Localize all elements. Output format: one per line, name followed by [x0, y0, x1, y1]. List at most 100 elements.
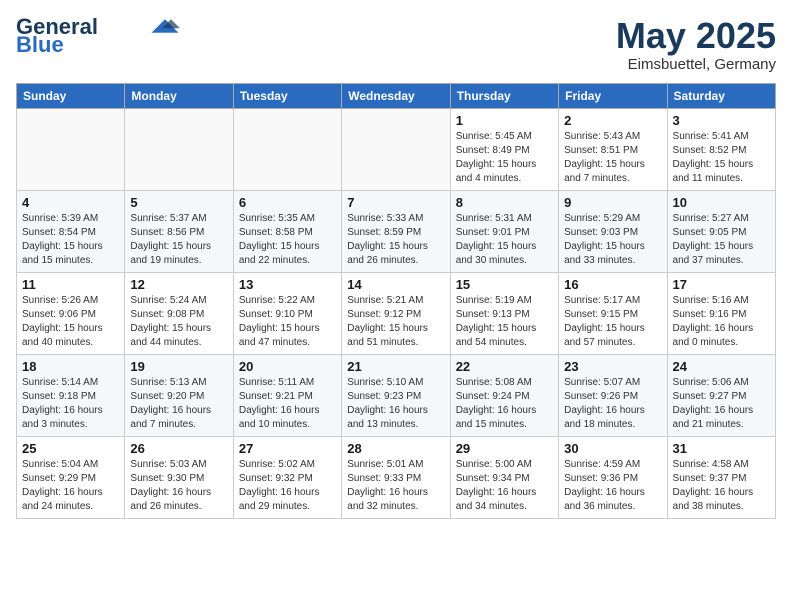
day-info: Sunrise: 5:10 AM Sunset: 9:23 PM Dayligh… — [347, 376, 444, 432]
day-number: 18 — [22, 359, 119, 374]
month-year-title: May 2025 — [616, 16, 776, 56]
calendar-week-row: 25Sunrise: 5:04 AM Sunset: 9:29 PM Dayli… — [17, 436, 776, 518]
day-number: 29 — [456, 441, 553, 456]
day-number: 27 — [239, 441, 336, 456]
weekday-header-wednesday: Wednesday — [342, 83, 450, 108]
calendar-cell: 5 Sunrise: 5:37 AM Sunset: 8:56 PM Daylig… — [125, 190, 233, 272]
day-number: 12 — [130, 277, 227, 292]
day-info: Sunrise: 5:01 AM Sunset: 9:33 PM Dayligh… — [347, 458, 444, 514]
day-info: Sunrise: 5:29 AM Sunset: 9:03 PM Dayligh… — [564, 212, 661, 268]
calendar-cell: 28 Sunrise: 5:01 AM Sunset: 9:33 PM Dayli… — [342, 436, 450, 518]
calendar-cell: 30 Sunrise: 4:59 AM Sunset: 9:36 PM Dayli… — [559, 436, 667, 518]
day-info: Sunrise: 5:19 AM Sunset: 9:13 PM Dayligh… — [456, 294, 553, 350]
calendar-week-row: 1 Sunrise: 5:45 AM Sunset: 8:49 PM Daylig… — [17, 108, 776, 190]
day-number: 30 — [564, 441, 661, 456]
calendar-cell: 24Sunrise: 5:06 AM Sunset: 9:27 PM Dayli… — [667, 354, 775, 436]
day-info: Sunrise: 5:35 AM Sunset: 8:58 PM Dayligh… — [239, 212, 336, 268]
day-number: 25 — [22, 441, 119, 456]
calendar-week-row: 18 Sunrise: 5:14 AM Sunset: 9:18 PM Dayli… — [17, 354, 776, 436]
calendar-cell — [233, 108, 341, 190]
weekday-header-row: SundayMondayTuesdayWednesdayThursdayFrid… — [17, 83, 776, 108]
calendar-cell: 23Sunrise: 5:07 AM Sunset: 9:26 PM Dayli… — [559, 354, 667, 436]
logo-blue-text: Blue — [16, 34, 64, 56]
day-info: Sunrise: 5:39 AM Sunset: 8:54 PM Dayligh… — [22, 212, 119, 268]
page-header: General Blue May 2025 Eimsbuettel, Germa… — [16, 16, 776, 73]
day-number: 10 — [673, 195, 770, 210]
day-info: Sunrise: 5:08 AM Sunset: 9:24 PM Dayligh… — [456, 376, 553, 432]
day-info: Sunrise: 5:16 AM Sunset: 9:16 PM Dayligh… — [673, 294, 770, 350]
day-info: Sunrise: 5:37 AM Sunset: 8:56 PM Dayligh… — [130, 212, 227, 268]
day-number: 15 — [456, 277, 553, 292]
calendar-week-row: 4 Sunrise: 5:39 AM Sunset: 8:54 PM Daylig… — [17, 190, 776, 272]
day-info: Sunrise: 5:33 AM Sunset: 8:59 PM Dayligh… — [347, 212, 444, 268]
day-number: 11 — [22, 277, 119, 292]
calendar-cell: 3Sunrise: 5:41 AM Sunset: 8:52 PM Daylig… — [667, 108, 775, 190]
day-number: 20 — [239, 359, 336, 374]
day-number: 9 — [564, 195, 661, 210]
day-info: Sunrise: 4:58 AM Sunset: 9:37 PM Dayligh… — [673, 458, 770, 514]
calendar-cell: 18 Sunrise: 5:14 AM Sunset: 9:18 PM Dayli… — [17, 354, 125, 436]
day-info: Sunrise: 5:07 AM Sunset: 9:26 PM Dayligh… — [564, 376, 661, 432]
day-info: Sunrise: 5:26 AM Sunset: 9:06 PM Dayligh… — [22, 294, 119, 350]
day-number: 28 — [347, 441, 444, 456]
day-number: 4 — [22, 195, 119, 210]
day-info: Sunrise: 5:03 AM Sunset: 9:30 PM Dayligh… — [130, 458, 227, 514]
day-number: 5 — [130, 195, 227, 210]
calendar-cell: 12 Sunrise: 5:24 AM Sunset: 9:08 PM Dayli… — [125, 272, 233, 354]
day-number: 31 — [673, 441, 770, 456]
day-number: 1 — [456, 113, 553, 128]
day-info: Sunrise: 5:06 AM Sunset: 9:27 PM Dayligh… — [673, 376, 770, 432]
day-number: 7 — [347, 195, 444, 210]
calendar-cell — [125, 108, 233, 190]
calendar-cell: 25Sunrise: 5:04 AM Sunset: 9:29 PM Dayli… — [17, 436, 125, 518]
weekday-header-thursday: Thursday — [450, 83, 558, 108]
weekday-header-tuesday: Tuesday — [233, 83, 341, 108]
calendar-cell: 13 Sunrise: 5:22 AM Sunset: 9:10 PM Dayli… — [233, 272, 341, 354]
weekday-header-saturday: Saturday — [667, 83, 775, 108]
calendar-cell: 22 Sunrise: 5:08 AM Sunset: 9:24 PM Dayli… — [450, 354, 558, 436]
day-info: Sunrise: 5:24 AM Sunset: 9:08 PM Dayligh… — [130, 294, 227, 350]
calendar-cell: 26 Sunrise: 5:03 AM Sunset: 9:30 PM Dayli… — [125, 436, 233, 518]
day-info: Sunrise: 5:13 AM Sunset: 9:20 PM Dayligh… — [130, 376, 227, 432]
day-info: Sunrise: 5:17 AM Sunset: 9:15 PM Dayligh… — [564, 294, 661, 350]
day-info: Sunrise: 5:31 AM Sunset: 9:01 PM Dayligh… — [456, 212, 553, 268]
day-info: Sunrise: 5:11 AM Sunset: 9:21 PM Dayligh… — [239, 376, 336, 432]
day-number: 16 — [564, 277, 661, 292]
calendar-cell: 1 Sunrise: 5:45 AM Sunset: 8:49 PM Daylig… — [450, 108, 558, 190]
calendar-cell: 8Sunrise: 5:31 AM Sunset: 9:01 PM Daylig… — [450, 190, 558, 272]
calendar-cell: 10Sunrise: 5:27 AM Sunset: 9:05 PM Dayli… — [667, 190, 775, 272]
day-info: Sunrise: 5:00 AM Sunset: 9:34 PM Dayligh… — [456, 458, 553, 514]
day-number: 2 — [564, 113, 661, 128]
weekday-header-friday: Friday — [559, 83, 667, 108]
day-info: Sunrise: 5:45 AM Sunset: 8:49 PM Dayligh… — [456, 130, 553, 186]
calendar-cell: 2Sunrise: 5:43 AM Sunset: 8:51 PM Daylig… — [559, 108, 667, 190]
calendar-week-row: 11 Sunrise: 5:26 AM Sunset: 9:06 PM Dayli… — [17, 272, 776, 354]
day-number: 19 — [130, 359, 227, 374]
calendar-cell: 19 Sunrise: 5:13 AM Sunset: 9:20 PM Dayli… — [125, 354, 233, 436]
calendar-cell: 9 Sunrise: 5:29 AM Sunset: 9:03 PM Daylig… — [559, 190, 667, 272]
day-info: Sunrise: 5:21 AM Sunset: 9:12 PM Dayligh… — [347, 294, 444, 350]
day-info: Sunrise: 5:41 AM Sunset: 8:52 PM Dayligh… — [673, 130, 770, 186]
day-info: Sunrise: 4:59 AM Sunset: 9:36 PM Dayligh… — [564, 458, 661, 514]
day-number: 13 — [239, 277, 336, 292]
calendar-cell: 4 Sunrise: 5:39 AM Sunset: 8:54 PM Daylig… — [17, 190, 125, 272]
calendar-cell: 16 Sunrise: 5:17 AM Sunset: 9:15 PM Dayli… — [559, 272, 667, 354]
calendar-cell: 21 Sunrise: 5:10 AM Sunset: 9:23 PM Dayli… — [342, 354, 450, 436]
day-number: 21 — [347, 359, 444, 374]
day-number: 22 — [456, 359, 553, 374]
day-info: Sunrise: 5:22 AM Sunset: 9:10 PM Dayligh… — [239, 294, 336, 350]
calendar-cell: 17Sunrise: 5:16 AM Sunset: 9:16 PM Dayli… — [667, 272, 775, 354]
logo: General Blue — [16, 16, 180, 56]
title-block: May 2025 Eimsbuettel, Germany — [616, 16, 776, 73]
day-number: 26 — [130, 441, 227, 456]
calendar-cell — [342, 108, 450, 190]
calendar-cell: 20 Sunrise: 5:11 AM Sunset: 9:21 PM Dayli… — [233, 354, 341, 436]
day-number: 6 — [239, 195, 336, 210]
calendar-cell: 14Sunrise: 5:21 AM Sunset: 9:12 PM Dayli… — [342, 272, 450, 354]
calendar-cell: 29 Sunrise: 5:00 AM Sunset: 9:34 PM Dayli… — [450, 436, 558, 518]
calendar-table: SundayMondayTuesdayWednesdayThursdayFrid… — [16, 83, 776, 519]
calendar-cell: 6 Sunrise: 5:35 AM Sunset: 8:58 PM Daylig… — [233, 190, 341, 272]
day-info: Sunrise: 5:02 AM Sunset: 9:32 PM Dayligh… — [239, 458, 336, 514]
day-info: Sunrise: 5:14 AM Sunset: 9:18 PM Dayligh… — [22, 376, 119, 432]
calendar-cell: 11 Sunrise: 5:26 AM Sunset: 9:06 PM Dayli… — [17, 272, 125, 354]
